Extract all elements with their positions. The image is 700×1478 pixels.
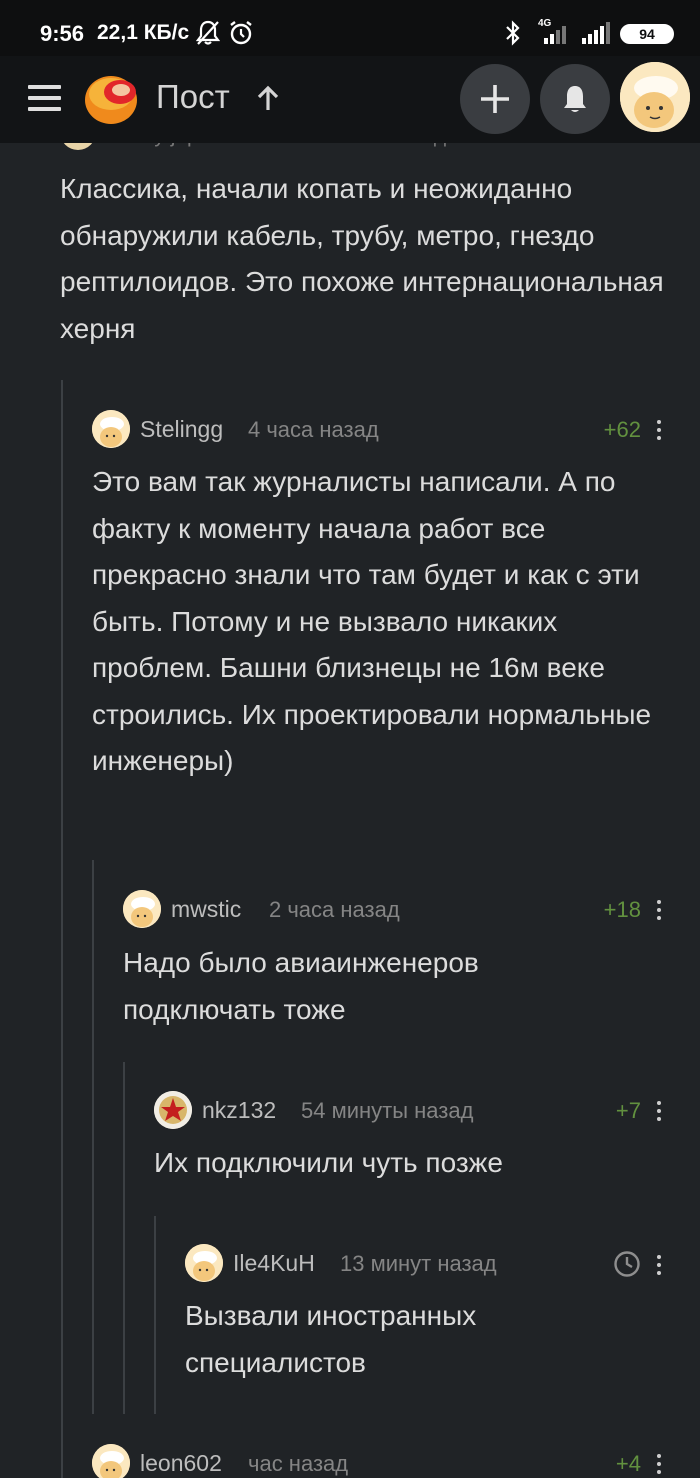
- comment-time: 4 часа назад: [248, 417, 379, 442]
- comment-author[interactable]: leon602: [140, 1450, 222, 1477]
- avatar[interactable]: [92, 410, 130, 448]
- status-bar: 9:56 22,1 КБ/с 4G 94: [0, 0, 700, 56]
- pikabu-logo[interactable]: [84, 70, 140, 126]
- status-network-speed: 22,1 КБ/с: [97, 21, 190, 44]
- thread-line[interactable]: [92, 860, 94, 1414]
- plus-icon: [481, 85, 509, 113]
- avatar-image: [620, 62, 690, 132]
- alarm-icon: [230, 21, 252, 45]
- comment-text: Классика, начали копать и неожиданно обн…: [60, 173, 664, 344]
- more-options-icon[interactable]: [656, 900, 662, 920]
- menu-button[interactable]: [28, 85, 61, 111]
- thread-line[interactable]: [123, 1062, 125, 1414]
- thread-line[interactable]: [154, 1216, 156, 1414]
- comment-header: Ile4KuH 13 минут назад: [185, 1244, 605, 1282]
- comment-score: +4: [615, 1451, 641, 1476]
- bluetooth-icon: [506, 20, 520, 46]
- thread-line[interactable]: [61, 380, 63, 1478]
- comment-time: 54 минуты назад: [301, 1098, 474, 1123]
- app-header: Пост: [0, 56, 700, 143]
- comment-text: Их подключили чуть позже: [154, 1147, 503, 1178]
- avatar[interactable]: [123, 890, 161, 928]
- user-avatar[interactable]: [620, 62, 690, 132]
- comment-author[interactable]: Stelingg: [140, 416, 223, 443]
- arrow-up-icon[interactable]: [255, 84, 281, 112]
- create-post-button[interactable]: [460, 64, 530, 134]
- notifications-off-icon: [196, 20, 220, 45]
- notifications-button[interactable]: [540, 64, 610, 134]
- comment-author[interactable]: Ile4KuH: [233, 1250, 315, 1277]
- more-options-icon[interactable]: [656, 1101, 662, 1121]
- more-options-icon[interactable]: [656, 1454, 662, 1474]
- status-time: 9:56: [40, 21, 85, 46]
- clock-icon[interactable]: [613, 1250, 641, 1278]
- avatar[interactable]: [92, 1444, 130, 1478]
- signal-icon-1: [544, 26, 566, 44]
- more-options-icon[interactable]: [656, 420, 662, 440]
- battery-indicator: 94: [620, 24, 674, 44]
- comment-header: leon602 час назад: [92, 1444, 652, 1478]
- more-options-icon[interactable]: [656, 1255, 662, 1275]
- comment-time: час назад: [248, 1451, 349, 1476]
- signal-icon-2: [582, 22, 610, 44]
- comment-score: +18: [603, 897, 641, 922]
- comment-author[interactable]: nkz132: [202, 1097, 276, 1124]
- comment-time: 13 минут назад: [340, 1251, 497, 1276]
- comment-time: 2 часа назад: [269, 897, 400, 922]
- comment-text: Вызвали иностранных специалистов: [185, 1300, 477, 1378]
- comment-author[interactable]: mwstic: [171, 896, 241, 923]
- comment-text: Надо было авиаинженеров подключать тоже: [123, 947, 479, 1025]
- comment-text: Это вам так журналисты написали. А по фа…: [92, 466, 652, 776]
- comment-score: +7: [615, 1098, 641, 1123]
- avatar[interactable]: [185, 1244, 223, 1282]
- avatar[interactable]: [154, 1091, 192, 1129]
- bell-icon: [564, 86, 586, 112]
- page-title: Пост: [156, 78, 230, 115]
- comment-score: +62: [603, 417, 641, 442]
